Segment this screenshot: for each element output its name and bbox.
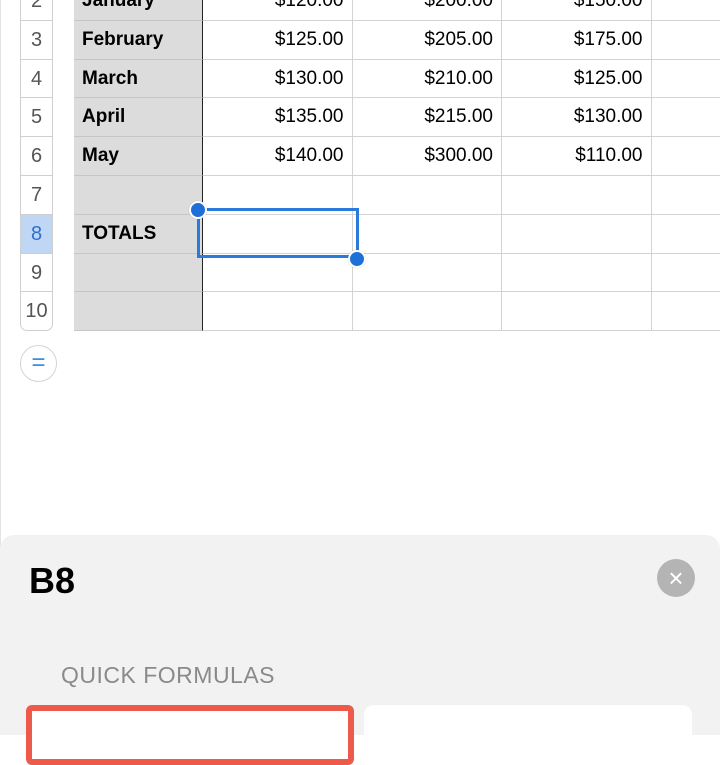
cell-reference-title: B8 — [29, 560, 75, 602]
formula-equals-button[interactable]: = — [20, 345, 57, 382]
data-cell[interactable]: $300.00 — [353, 137, 503, 176]
data-cell[interactable] — [652, 98, 720, 137]
data-cell[interactable]: $110.00 — [502, 137, 652, 176]
data-cell[interactable] — [353, 292, 503, 331]
data-cell[interactable]: $135.00 — [203, 98, 353, 137]
data-cell[interactable]: $210.00 — [353, 60, 503, 99]
data-cell[interactable]: $140.00 — [203, 137, 353, 176]
table-row: May $140.00 $300.00 $110.00 — [74, 137, 720, 176]
data-cell[interactable]: $130.00 — [203, 60, 353, 99]
data-cell[interactable] — [652, 0, 720, 21]
quick-formula-card-1[interactable] — [26, 705, 354, 765]
data-cell[interactable] — [652, 215, 720, 254]
row-label-cell[interactable] — [74, 176, 203, 215]
row-header-5[interactable]: 5 — [20, 98, 53, 137]
data-cell[interactable] — [353, 254, 503, 293]
data-cell[interactable] — [652, 292, 720, 331]
data-cell[interactable] — [203, 292, 353, 331]
data-cell[interactable]: $125.00 — [203, 21, 353, 60]
table-row — [74, 176, 720, 215]
data-cell[interactable]: $215.00 — [353, 98, 503, 137]
table-row: January $120.00 $200.00 $150.00 — [74, 0, 720, 21]
data-cell[interactable] — [502, 254, 652, 293]
row-label-cell[interactable] — [74, 292, 203, 331]
row-header-3[interactable]: 3 — [20, 21, 53, 60]
quick-formula-card-2[interactable] — [364, 705, 692, 765]
data-cell[interactable] — [203, 254, 353, 293]
data-cell[interactable] — [353, 215, 503, 254]
data-cell[interactable]: $130.00 — [502, 98, 652, 137]
row-header-4[interactable]: 4 — [20, 60, 53, 99]
row-header-10[interactable]: 10 — [20, 292, 53, 331]
row-header-7[interactable]: 7 — [20, 176, 53, 215]
row-label-cell[interactable]: February — [74, 21, 203, 60]
table-row: March $130.00 $210.00 $125.00 — [74, 60, 720, 99]
row-label-cell[interactable] — [74, 254, 203, 293]
table-row: TOTALS — [74, 215, 720, 254]
data-cell[interactable] — [502, 292, 652, 331]
data-cell[interactable]: $150.00 — [502, 0, 652, 21]
data-cell[interactable] — [652, 176, 720, 215]
row-label-cell[interactable]: March — [74, 60, 203, 99]
table-row — [74, 254, 720, 293]
data-cell[interactable]: $120.00 — [203, 0, 353, 21]
row-header-6[interactable]: 6 — [20, 137, 53, 176]
close-icon: × — [668, 563, 683, 593]
data-cell[interactable] — [353, 176, 503, 215]
data-cell[interactable]: $200.00 — [353, 0, 503, 21]
data-cell[interactable] — [652, 137, 720, 176]
close-button[interactable]: × — [657, 559, 695, 597]
quick-formulas-heading: QUICK FORMULAS — [61, 662, 275, 689]
row-label-cell[interactable]: May — [74, 137, 203, 176]
selection-handle-bottom-right[interactable] — [348, 250, 366, 268]
row-header-9[interactable]: 9 — [20, 254, 53, 293]
data-cell[interactable] — [502, 176, 652, 215]
table-row: April $135.00 $215.00 $130.00 — [74, 98, 720, 137]
cell-selection-outline — [197, 208, 359, 258]
selection-handle-top-left[interactable] — [189, 201, 207, 219]
data-cell[interactable]: $125.00 — [502, 60, 652, 99]
row-label-cell[interactable]: January — [74, 0, 203, 21]
data-cell[interactable] — [652, 254, 720, 293]
totals-label-cell[interactable]: TOTALS — [74, 215, 203, 254]
formula-bottom-sheet: B8 × QUICK FORMULAS — [0, 535, 720, 735]
row-header-2[interactable]: 2 — [20, 0, 53, 21]
table-row: February $125.00 $205.00 $175.00 — [74, 21, 720, 60]
data-cell[interactable] — [502, 215, 652, 254]
row-label-cell[interactable]: April — [74, 98, 203, 137]
data-cell[interactable]: $175.00 — [502, 21, 652, 60]
table-row — [74, 292, 720, 331]
data-cell[interactable] — [652, 21, 720, 60]
data-cell[interactable] — [652, 60, 720, 99]
data-cell[interactable]: $205.00 — [353, 21, 503, 60]
row-header-8[interactable]: 8 — [20, 215, 53, 254]
